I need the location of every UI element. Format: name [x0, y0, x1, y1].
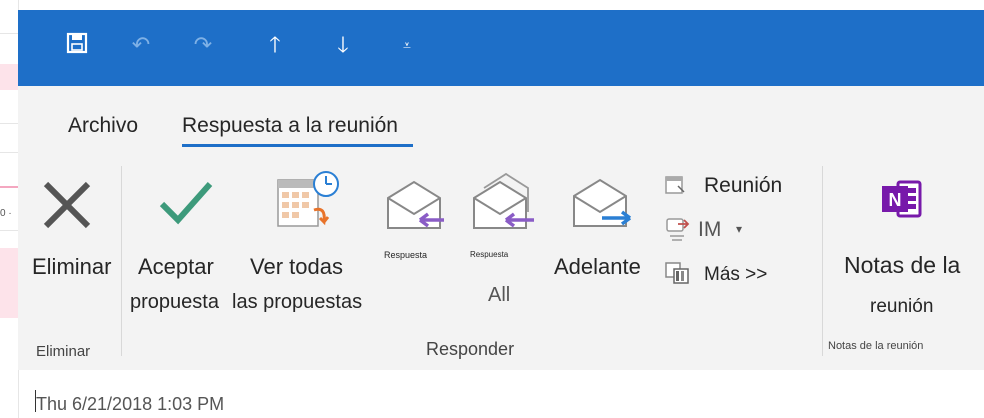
quick-access-toolbar: ↶ ↷ 🡑 🡓 ⩡	[18, 10, 984, 86]
reply-envelope-icon	[387, 180, 444, 229]
calendar-clock-icon	[277, 171, 339, 227]
customize-qat-icon[interactable]: ⩡	[394, 32, 420, 58]
checkmark-icon	[159, 182, 213, 225]
tab-archivo[interactable]: Archivo	[68, 114, 138, 138]
tab-respuesta-reunion[interactable]: Respuesta a la reunión	[182, 114, 398, 138]
background-window: 0 ·	[0, 0, 19, 418]
reply-all-suffix: All	[488, 284, 511, 306]
undo-icon[interactable]: ↶	[128, 32, 154, 58]
im-label: IM	[698, 218, 722, 241]
view-all-label-line1: Ver todas	[250, 254, 343, 279]
active-tab-indicator	[182, 144, 413, 147]
separator	[121, 166, 122, 356]
group-label-eliminar: Eliminar	[36, 343, 91, 360]
separator	[822, 166, 823, 356]
down-arrow-icon[interactable]: 🡓	[330, 32, 356, 58]
meeting-notes-label-line2: reunión	[870, 296, 934, 317]
redo-icon[interactable]: ↷	[190, 32, 216, 58]
reply-all-envelope-icon	[473, 172, 534, 229]
group-label-responder: Responder	[426, 339, 515, 359]
forward-envelope-icon	[573, 178, 632, 227]
reply-label: Respuesta	[384, 250, 428, 260]
more-icon	[665, 262, 689, 284]
ribbon: Archivo Respuesta a la reunión Eliminar …	[18, 86, 984, 370]
accept-label-line1: Aceptar	[138, 254, 214, 279]
svg-text:N: N	[889, 190, 902, 210]
forward-label: Adelante	[554, 254, 641, 279]
delete-label: Eliminar	[32, 254, 112, 279]
delete-x-icon	[43, 181, 91, 229]
save-icon[interactable]	[64, 32, 90, 58]
accept-label-line2: propuesta	[130, 291, 219, 313]
view-all-label-line2: las propuestas	[232, 291, 363, 313]
meeting-notes-label-line1: Notas de la	[844, 252, 961, 278]
message-date: Thu 6/21/2018 1:03 PM	[36, 394, 225, 414]
im-icon	[666, 218, 690, 241]
meeting-label: Reunión	[704, 174, 783, 197]
meeting-icon	[665, 176, 685, 194]
more-label: Más >>	[704, 264, 768, 285]
group-label-notas: Notas de la reunión	[828, 340, 924, 352]
up-arrow-icon[interactable]: 🡑	[262, 32, 288, 58]
im-dropdown-icon[interactable]: ▾	[736, 222, 742, 236]
background-text-fragment: 0 ·	[0, 208, 12, 219]
reply-all-label: Respuesta	[470, 250, 509, 259]
onenote-icon: N	[882, 180, 922, 218]
